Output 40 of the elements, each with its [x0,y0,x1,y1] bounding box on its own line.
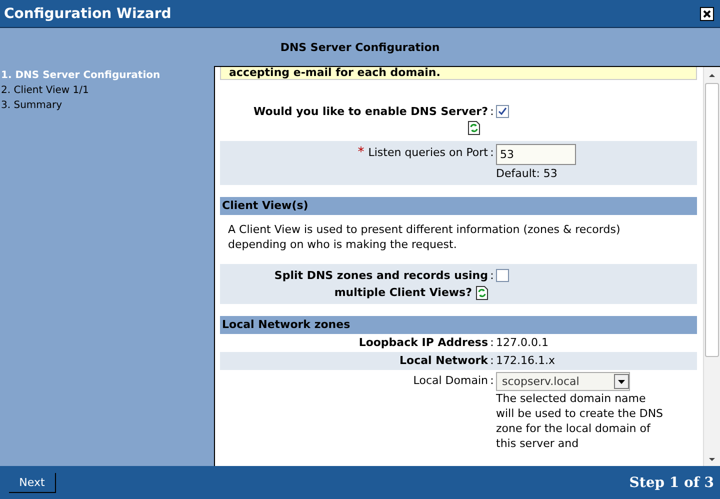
domain-hint: The selected domain name will be used to create the DNS zone for the local domain of this server and [496,391,664,451]
field-value: 127.0.0.1 [496,335,548,351]
close-icon [703,10,711,18]
page-heading: DNS Server Configuration [280,40,440,54]
description-text: A Client View is used to present different information (zones & records) depending on who is making the request. [227,222,622,253]
scroll-up-icon[interactable] [708,71,716,79]
scroll-down-icon[interactable] [708,456,716,464]
field-label: Listen queries on Port [368,145,488,161]
close-button[interactable] [700,6,714,20]
colon: : [489,145,495,161]
colon: : [489,268,495,284]
wizard-step[interactable]: 2. Client View 1/1 [0,83,214,98]
field-label: multiple Client Views? [334,284,488,301]
required-mark: * [358,144,364,161]
caret-icon [614,374,629,389]
colon: : [489,104,495,120]
field-label: Loopback IP Address [358,335,488,351]
checkbox[interactable] [496,269,509,282]
domain-dropdown[interactable]: scopserv.local [496,372,630,391]
window-title: Configuration Wizard [4,6,172,22]
colon: : [489,353,495,369]
field-value: 172.16.1.x [496,353,555,369]
step-counter: Step 1 of 3 [629,474,714,490]
field-label: Split DNS zones and records using [274,268,488,284]
colon: : [489,373,495,389]
section-heading: Local Network zones [220,316,697,334]
next-button[interactable]: Next [9,472,56,492]
scrollbar[interactable] [703,67,720,466]
port-field[interactable]: 53 [496,144,576,165]
field-label: Local Domain [413,373,488,389]
checkbox[interactable] [496,105,509,118]
section-heading: Client View(s) [220,197,697,215]
wizard-step[interactable]: 3. Summary [0,98,214,113]
default-hint: Default: 53 [496,166,558,182]
field-label: Local Network [400,353,488,369]
colon: : [489,335,495,351]
refresh-icon[interactable] [476,286,488,300]
info-note: accepting e-mail for each domain. [220,67,697,80]
field-label: Would you like to enable DNS Server? [254,104,488,120]
refresh-icon[interactable] [468,121,480,135]
